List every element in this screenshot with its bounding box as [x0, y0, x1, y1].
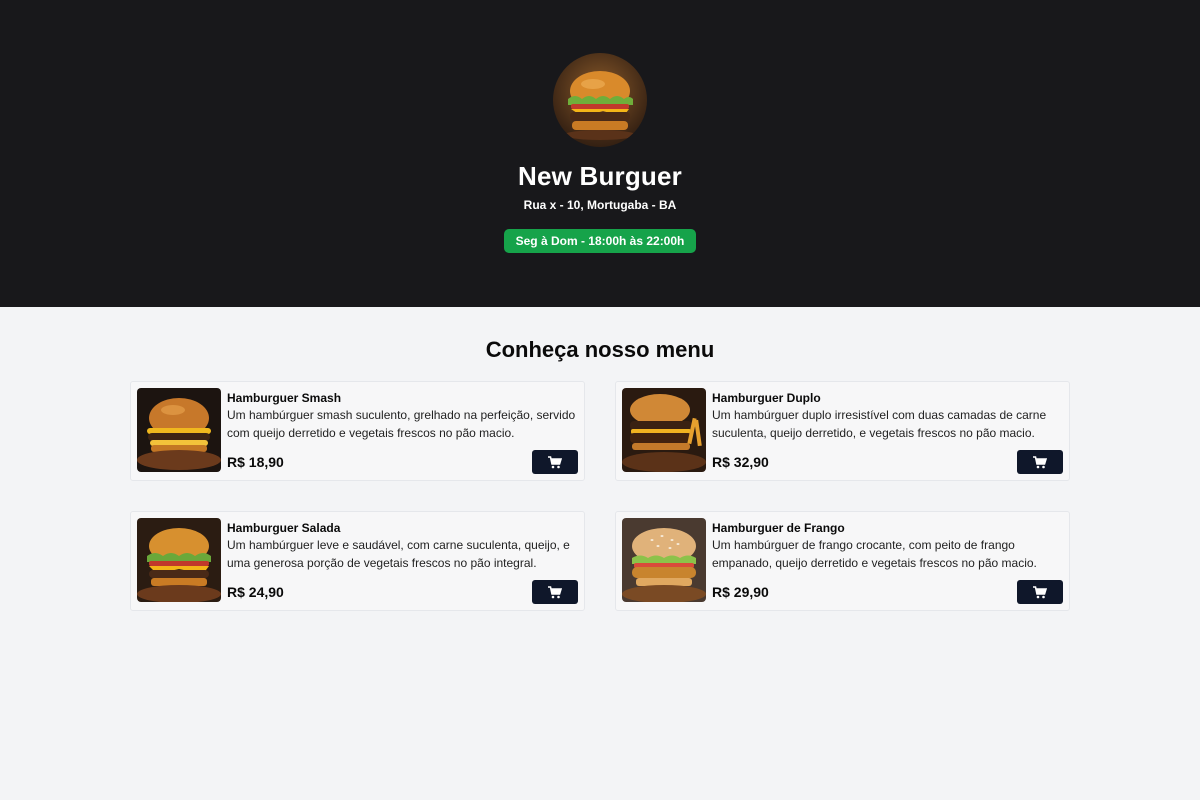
cart-icon	[548, 585, 562, 598]
menu-item-info: Hamburguer de Frango Um hambúrguer de fr…	[712, 518, 1063, 604]
menu-grid: Hamburguer Smash Um hambúrguer smash suc…	[130, 381, 1070, 611]
menu-item-description: Um hambúrguer leve e saudável, com carne…	[227, 538, 570, 570]
menu-item-card: Hamburguer Duplo Um hambúrguer duplo irr…	[615, 381, 1070, 481]
menu-item-name: Hamburguer de Frango	[712, 521, 845, 535]
menu-item-price: R$ 32,90	[712, 454, 769, 470]
header: New Burguer Rua x - 10, Mortugaba - BA S…	[0, 0, 1200, 307]
menu-item-footer: R$ 32,90	[712, 450, 1063, 474]
menu-item-price: R$ 24,90	[227, 584, 284, 600]
add-to-cart-button[interactable]	[1017, 450, 1063, 474]
menu-item-name: Hamburguer Salada	[227, 521, 341, 535]
menu-title: Conheça nosso menu	[485, 337, 715, 362]
menu-item-description: Um hambúrguer smash suculento, grelhado …	[227, 408, 576, 440]
menu-item-description: Um hambúrguer de frango crocante, com pe…	[712, 538, 1037, 570]
menu-item-price: R$ 29,90	[712, 584, 769, 600]
burger-image	[622, 388, 706, 472]
menu-section: Conheça nosso menu Hamburguer Smash Um h…	[0, 337, 1200, 611]
menu-item-info: Hamburguer Duplo Um hambúrguer duplo irr…	[712, 388, 1063, 474]
burger-image	[137, 518, 221, 602]
cart-icon	[1033, 585, 1047, 598]
menu-item-price: R$ 18,90	[227, 454, 284, 470]
menu-item-footer: R$ 18,90	[227, 450, 578, 474]
burger-logo	[553, 53, 647, 147]
burger-image	[137, 388, 221, 472]
store-name: New Burguer	[517, 161, 682, 191]
menu-item-card: Hamburguer Salada Um hambúrguer leve e s…	[130, 511, 585, 611]
menu-item-name: Hamburguer Duplo	[712, 391, 821, 405]
cart-icon	[1033, 455, 1047, 468]
menu-item-card: Hamburguer Smash Um hambúrguer smash suc…	[130, 381, 585, 481]
menu-item-footer: R$ 24,90	[227, 580, 578, 604]
burger-image	[622, 518, 706, 602]
opening-hours-badge: Seg à Dom - 18:00h às 22:00h	[503, 229, 697, 253]
add-to-cart-button[interactable]	[1017, 580, 1063, 604]
store-address: Rua x - 10, Mortugaba - BA	[523, 198, 677, 212]
menu-item-info: Hamburguer Salada Um hambúrguer leve e s…	[227, 518, 578, 604]
cart-icon	[548, 455, 562, 468]
add-to-cart-button[interactable]	[532, 450, 578, 474]
menu-item-card: Hamburguer de Frango Um hambúrguer de fr…	[615, 511, 1070, 611]
menu-item-info: Hamburguer Smash Um hambúrguer smash suc…	[227, 388, 578, 474]
menu-item-description: Um hambúrguer duplo irresistível com dua…	[712, 408, 1047, 440]
add-to-cart-button[interactable]	[532, 580, 578, 604]
menu-item-footer: R$ 29,90	[712, 580, 1063, 604]
menu-item-name: Hamburguer Smash	[227, 391, 342, 405]
